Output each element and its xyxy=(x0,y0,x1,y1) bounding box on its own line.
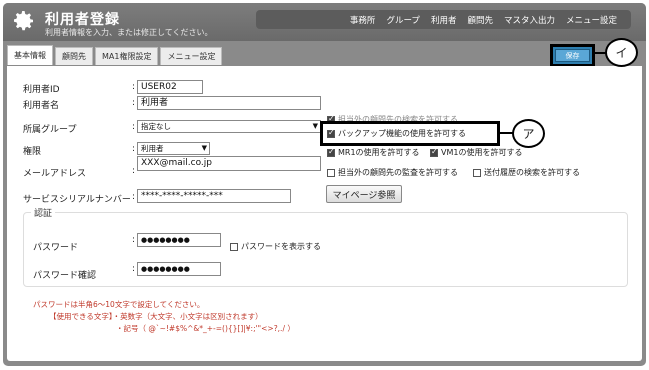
user-name-input[interactable]: 利用者 xyxy=(137,96,321,110)
tab-bar: 基本情報 顧問先 MA1権限設定 メニュー設定 xyxy=(7,45,223,65)
backup-label: バックアップ機能の使用を許可する xyxy=(338,129,466,138)
password-note-2: 【使用できる文字】・英数字（大文字、小文字は区別されます） xyxy=(49,312,263,321)
email-label: メールアドレス xyxy=(23,169,87,179)
page-title: 利用者登録 xyxy=(45,12,120,28)
group-select[interactable]: 指定なし ▼ xyxy=(137,120,321,133)
chevron-down-icon: ▼ xyxy=(312,122,318,130)
show-password-label: パスワードを表示する xyxy=(241,242,321,251)
user-name-label: 利用者名 xyxy=(23,101,60,111)
mr1-checkbox[interactable]: MR1の使用を許可する xyxy=(327,147,420,158)
callout-i: イ xyxy=(605,38,638,67)
outside-audit-checkbox[interactable]: 担当外の顧問先の監査を許可する xyxy=(327,167,458,178)
password-input[interactable]: ●●●●●●●● xyxy=(137,233,221,247)
nav-group[interactable]: グループ xyxy=(386,14,420,26)
nav-user[interactable]: 利用者 xyxy=(431,14,457,26)
password-note-3: ・記号（ @`~!#$%^&*_+-=(){}[]|¥:;'"<>?,./ ） xyxy=(116,324,295,333)
save-button-highlight[interactable]: 保存 xyxy=(550,44,595,67)
mr1-label: MR1の使用を許可する xyxy=(338,148,420,157)
tab-clients[interactable]: 顧問先 xyxy=(55,47,93,65)
user-id-input[interactable]: USER02 xyxy=(137,80,203,94)
checkbox-box[interactable] xyxy=(230,242,238,251)
callout-a: ア xyxy=(512,119,545,148)
tab-basic-info[interactable]: 基本情報 xyxy=(7,45,53,65)
vm1-label: VM1の使用を許可する xyxy=(441,148,523,157)
checkbox-box[interactable] xyxy=(327,128,335,138)
serial-input[interactable]: ****-****-*****-*** xyxy=(137,189,291,203)
page-subtitle: 利用者情報を入力、または修正してください。 xyxy=(45,28,213,37)
backup-checkbox[interactable]: バックアップ機能の使用を許可する xyxy=(327,128,466,139)
email-input[interactable]: XXX@mail.co.jp xyxy=(137,156,321,171)
group-label: 所属グループ xyxy=(23,125,77,135)
tab-menu-settings[interactable]: メニュー設定 xyxy=(160,47,223,65)
checkbox-box[interactable] xyxy=(473,168,481,177)
authority-select-value: 利用者 xyxy=(141,144,164,153)
show-password-checkbox[interactable]: パスワードを表示する xyxy=(230,241,321,252)
nav-menu-settings[interactable]: メニュー設定 xyxy=(566,14,617,26)
vm1-checkbox[interactable]: VM1の使用を許可する xyxy=(430,147,522,158)
password-label: パスワード xyxy=(33,243,79,253)
checkbox-box[interactable] xyxy=(327,168,335,177)
save-button[interactable]: 保存 xyxy=(555,49,590,62)
serial-label: サービスシリアルナンバー xyxy=(23,195,131,205)
user-id-label: 利用者ID xyxy=(23,85,60,95)
password-confirm-input[interactable]: ●●●●●●●● xyxy=(137,262,221,276)
password-confirm-label: パスワード確認 xyxy=(33,271,97,281)
chevron-down-icon: ▼ xyxy=(201,144,207,152)
auth-legend: 認証 xyxy=(31,206,56,219)
gear-icon xyxy=(14,11,33,31)
authority-label: 権限 xyxy=(23,147,42,157)
auth-section xyxy=(23,212,628,287)
nav-client[interactable]: 顧問先 xyxy=(467,14,493,26)
top-navigation: 事務所 グループ 利用者 顧問先 マスタ入出力 メニュー設定 xyxy=(256,10,631,29)
outside-audit-label: 担当外の顧問先の監査を許可する xyxy=(338,168,458,177)
checkbox-box[interactable] xyxy=(430,147,438,157)
send-history-label: 送付履歴の検索を許可する xyxy=(484,168,580,177)
checkbox-box[interactable] xyxy=(327,147,335,157)
authority-select[interactable]: 利用者 ▼ xyxy=(137,142,210,155)
password-note-1: パスワードは半角6～10文字で設定してください。 xyxy=(33,300,205,309)
tab-ma1-permissions[interactable]: MA1権限設定 xyxy=(95,47,159,65)
mypage-button[interactable]: マイページ参照 xyxy=(326,185,402,203)
header-bar: 利用者登録 利用者情報を入力、または修正してください。 事務所 グループ 利用者… xyxy=(3,3,646,41)
send-history-checkbox[interactable]: 送付履歴の検索を許可する xyxy=(473,167,580,178)
nav-office[interactable]: 事務所 xyxy=(350,14,376,26)
nav-master-io[interactable]: マスタ入出力 xyxy=(504,14,555,26)
group-select-value: 指定なし xyxy=(141,122,171,131)
